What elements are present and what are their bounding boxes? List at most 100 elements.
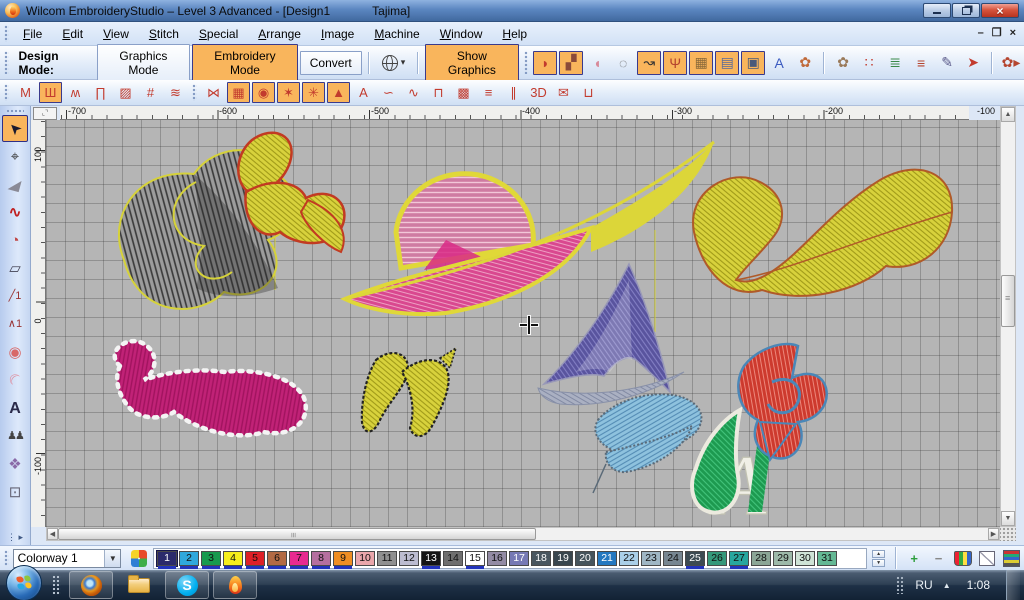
closed-shape-tool[interactable]: ▱ — [2, 255, 28, 282]
color-swatch[interactable]: 29 — [773, 551, 793, 566]
outline-a-icon[interactable]: A — [352, 82, 375, 103]
chevron-down-icon[interactable]: ▼ — [104, 550, 120, 567]
color-object-list-icon[interactable]: ≣ — [883, 51, 907, 75]
menu-item[interactable]: Stitch — [139, 24, 189, 44]
hoop-globe-button[interactable]: ▾ — [377, 52, 411, 74]
design-pink-disc-swoosh[interactable] — [345, 142, 714, 314]
applique-tool[interactable]: ♟♟ — [2, 423, 28, 450]
mdi-minimize-button[interactable]: – — [978, 28, 984, 39]
color-swatch[interactable]: 30 — [795, 551, 815, 566]
color-swatch[interactable]: 9 — [333, 551, 353, 566]
square-wave-icon[interactable]: ⊓ — [427, 82, 450, 103]
envelope-warp-icon[interactable]: ✉ — [552, 82, 575, 103]
horizontal-scrollbar[interactable]: ◀ ▶ — [46, 527, 1000, 541]
start-button[interactable] — [6, 565, 42, 600]
circle-tool[interactable]: ◉ — [2, 339, 28, 366]
vertical-scrollbar[interactable]: ▲ ▼ — [1000, 106, 1016, 527]
knife-tool[interactable]: ◢ — [2, 171, 28, 198]
e-stitch-icon[interactable]: ʍ — [64, 82, 87, 103]
embroidery-mode-button[interactable]: Embroidery Mode — [192, 44, 298, 82]
design-yellow-bird[interactable] — [362, 348, 456, 436]
select-tool[interactable]: ➤ — [2, 115, 28, 142]
horizontal-scroll-thumb[interactable] — [58, 528, 536, 540]
design-yellow-ribbon-right[interactable] — [693, 170, 952, 296]
polyline-tool[interactable]: ∧1 — [2, 311, 28, 338]
menu-item[interactable]: File — [13, 24, 52, 44]
object-properties-icon[interactable]: ✎ — [935, 51, 959, 75]
ruler-origin-button[interactable]: ⌞⌝ — [33, 107, 57, 120]
color-swatch[interactable]: 25 — [685, 551, 705, 566]
spinner-up-icon[interactable]: ▲ — [872, 550, 885, 558]
color-swatch[interactable]: 26 — [707, 551, 727, 566]
menu-item[interactable]: Arrange — [248, 24, 311, 44]
taskbar-wilcom-button[interactable] — [213, 571, 257, 599]
convert-button[interactable]: Convert — [300, 51, 362, 75]
menu-item[interactable]: View — [93, 24, 139, 44]
weave-fill-icon[interactable]: ▦ — [227, 82, 250, 103]
monogram-tool[interactable]: ❖ — [2, 451, 28, 478]
vertical-scroll-thumb[interactable] — [1001, 275, 1015, 327]
cross-fill-icon[interactable]: # — [139, 82, 162, 103]
color-swatch[interactable]: 11 — [377, 551, 397, 566]
pattern-fill-icon[interactable]: ▩ — [452, 82, 475, 103]
menu-item[interactable]: Image — [311, 24, 364, 44]
color-swatch[interactable]: 17 — [509, 551, 529, 566]
restore-button[interactable] — [952, 3, 980, 18]
show-grid-icon[interactable]: ▦ — [689, 51, 713, 75]
remove-color-button[interactable]: − — [929, 549, 947, 567]
scroll-down-arrow[interactable]: ▼ — [1001, 511, 1015, 526]
mdi-close-button[interactable]: × — [1010, 28, 1016, 39]
show-desktop-button[interactable] — [1006, 570, 1020, 600]
color-swatch[interactable]: 19 — [553, 551, 573, 566]
star-fill-icon[interactable]: ✶ — [277, 82, 300, 103]
show-bitmap-icon[interactable]: ▣ — [741, 51, 765, 75]
offset-tool[interactable]: ⊡ — [2, 479, 28, 506]
menu-item[interactable]: Help — [492, 24, 537, 44]
close-button[interactable]: × — [981, 3, 1019, 18]
travel-tool-icon[interactable]: ➤ — [961, 51, 985, 75]
color-swatch[interactable]: 31 — [817, 551, 837, 566]
taskbar-firefox-button[interactable] — [69, 571, 113, 599]
scroll-left-arrow[interactable]: ◀ — [47, 528, 58, 540]
column-stitch-icon[interactable]: Ш — [39, 82, 62, 103]
color-swatch[interactable]: 14 — [443, 551, 463, 566]
scroll-up-arrow[interactable]: ▲ — [1001, 107, 1015, 122]
color-swatch[interactable]: 23 — [641, 551, 661, 566]
colorway-editor-button[interactable] — [954, 549, 972, 567]
line-fill-icon[interactable]: ≡ — [477, 82, 500, 103]
show-guides-icon[interactable]: ▤ — [715, 51, 739, 75]
contour-fill-icon[interactable]: ≋ — [164, 82, 187, 103]
reshape-tool[interactable]: ⌖ — [2, 143, 28, 170]
color-swatch[interactable]: 12 — [399, 551, 419, 566]
arc-tool[interactable]: ☾ — [2, 367, 28, 394]
design-magenta-picot-blob[interactable] — [115, 341, 306, 435]
color-swatch[interactable]: 7 — [289, 551, 309, 566]
motif-fill-icon[interactable]: ▨ — [114, 82, 137, 103]
circle-fill-icon[interactable]: ◉ — [252, 82, 275, 103]
minimize-button[interactable] — [923, 3, 951, 18]
color-swatch[interactable]: 21 — [597, 551, 617, 566]
color-swatch[interactable]: 3 — [201, 551, 221, 566]
colorway-select[interactable]: Colorway 1 ▼ — [13, 549, 122, 568]
language-indicator[interactable]: RU — [915, 578, 932, 592]
color-swatch[interactable]: 1 — [157, 551, 177, 566]
menu-item[interactable]: Machine — [364, 24, 429, 44]
menu-item[interactable]: Special — [189, 24, 248, 44]
color-swatch[interactable]: 24 — [663, 551, 683, 566]
menu-item[interactable]: Window — [430, 24, 493, 44]
radial-fill-icon[interactable]: ✳ — [302, 82, 325, 103]
satin-stitch-icon[interactable]: M — [14, 82, 37, 103]
show-text-objects-icon[interactable]: A — [767, 51, 791, 75]
show-stitches-icon[interactable]: ◗ — [533, 51, 557, 75]
dim-artwork-icon[interactable]: ✿ — [831, 51, 855, 75]
scroll-right-arrow[interactable]: ▶ — [988, 528, 999, 540]
fusion-fill-icon[interactable]: ⋈ — [202, 82, 225, 103]
color-swatch[interactable]: 16 — [487, 551, 507, 566]
design-purple-cone[interactable] — [538, 264, 684, 405]
color-swatch[interactable]: 22 — [619, 551, 639, 566]
color-swatch[interactable]: 18 — [531, 551, 551, 566]
freehand-embroidery-tool[interactable]: ∿ — [2, 199, 28, 226]
toolbar-overflow-button[interactable]: ⋮ ▸ — [0, 532, 30, 543]
color-swatch[interactable]: 5 — [245, 551, 265, 566]
show-stitch-angles-icon[interactable]: ▞ — [559, 51, 583, 75]
